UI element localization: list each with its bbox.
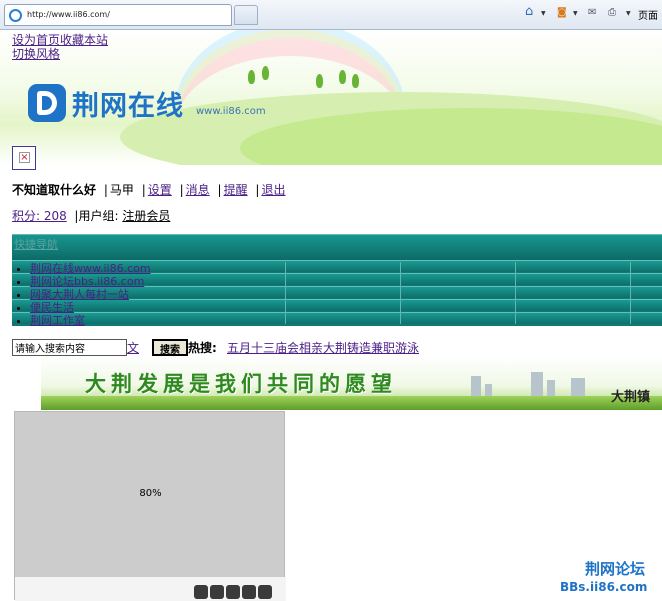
nav-link-ii86[interactable]: 荆网在线www.ii86.com <box>30 262 151 275</box>
address-url[interactable]: http://www.ii86.com/ <box>27 10 110 19</box>
user-group-label: 用户组: <box>78 209 123 223</box>
tree-decoration <box>339 70 346 84</box>
list-item: 荆网在线www.ii86.com <box>30 262 151 275</box>
top-links: 设为首页收藏本站 切换风格 <box>12 33 108 61</box>
address-bar[interactable]: http://www.ii86.com/ <box>4 4 232 26</box>
hot-search-link[interactable]: 五月十三庙会相亲大荆铸造兼职游泳 <box>227 339 419 356</box>
set-home-link[interactable]: 设为首页收藏本站 <box>12 33 108 47</box>
list-item: 荆网工作室 <box>30 314 151 327</box>
site-name[interactable]: 荆网在线 <box>72 84 184 123</box>
feed-icon[interactable]: ◙ <box>557 7 567 18</box>
points-link[interactable]: 积分: 208 <box>12 209 67 223</box>
feed-dropdown-icon[interactable]: ▼ <box>573 10 578 17</box>
vest-link[interactable]: 马甲 <box>110 183 134 197</box>
ie-logo-icon <box>9 9 22 22</box>
quick-nav-list: 荆网在线www.ii86.com 荆网论坛bbs.ii86.com 网聚大荆人每… <box>30 262 151 327</box>
user-group-link[interactable]: 注册会员 <box>122 209 170 223</box>
watermark-url: BBs.ii86.com <box>560 580 648 594</box>
slide-dot[interactable] <box>194 585 208 599</box>
quick-nav-title[interactable]: 快捷导航 <box>14 236 58 252</box>
home-icon[interactable]: ⌂ <box>525 4 533 19</box>
list-item: 网聚大荆人每村一站 <box>30 288 151 301</box>
switch-style-link[interactable]: 切换风格 <box>12 47 108 61</box>
list-item: 便民生活 <box>30 301 151 314</box>
user-bar: 不知道取什么好 | 马甲 | 设置 | 消息 | 提醒 | 退出 <box>12 183 286 197</box>
page-menu[interactable]: 页面 <box>638 7 658 22</box>
grass-decoration <box>41 396 662 410</box>
tree-decoration <box>352 74 359 88</box>
site-logo-icon[interactable] <box>28 84 66 122</box>
nav-divider <box>400 262 401 324</box>
slogan-text: 大荆发展是我们共同的愿望 <box>85 372 397 396</box>
nav-link-bbs[interactable]: 荆网论坛bbs.ii86.com <box>30 275 144 288</box>
tree-decoration <box>248 70 255 84</box>
nav-divider <box>515 262 516 324</box>
watermark-title: 荆网论坛 <box>585 560 646 578</box>
messages-link[interactable]: 消息 <box>186 183 210 197</box>
loading-percent: 80% <box>139 488 162 499</box>
nav-link-studio[interactable]: 荆网工作室 <box>30 314 85 327</box>
building-decoration <box>471 376 481 398</box>
nav-link-life[interactable]: 便民生活 <box>30 301 74 314</box>
slide-dot[interactable] <box>258 585 272 599</box>
hot-search-label: 热搜: <box>188 341 217 355</box>
nav-divider <box>285 262 286 324</box>
new-tab-button[interactable] <box>234 5 258 25</box>
avatar[interactable]: × <box>12 146 36 170</box>
mail-icon[interactable]: ✉ <box>588 7 596 18</box>
slide-dot[interactable] <box>210 585 224 599</box>
building-decoration <box>571 378 585 398</box>
slide-dot[interactable] <box>226 585 240 599</box>
logout-link[interactable]: 退出 <box>261 183 285 197</box>
browser-toolbar: http://www.ii86.com/ ⌂ ▼ ◙ ▼ ✉ ⎙ ▼ 页面 <box>0 0 662 30</box>
print-icon[interactable]: ⎙ <box>608 7 616 18</box>
slogan-right-text: 大荆镇 <box>611 390 651 405</box>
slide-dot[interactable] <box>242 585 256 599</box>
list-item: 荆网论坛bbs.ii86.com <box>30 275 151 288</box>
nav-divider <box>630 262 631 324</box>
nav-link-village[interactable]: 网聚大荆人每村一站 <box>30 288 129 301</box>
site-domain: www.ii86.com <box>196 106 266 117</box>
reminders-link[interactable]: 提醒 <box>224 183 248 197</box>
username[interactable]: 不知道取什么好 <box>12 183 96 197</box>
tree-decoration <box>262 66 269 80</box>
building-decoration <box>531 372 543 398</box>
search-button[interactable]: 搜索 <box>152 339 188 356</box>
home-dropdown-icon[interactable]: ▼ <box>541 10 546 17</box>
settings-link[interactable]: 设置 <box>148 183 172 197</box>
print-dropdown-icon[interactable]: ▼ <box>626 10 631 17</box>
quick-nav-header: 快捷导航 <box>12 234 662 260</box>
slideshow[interactable]: 80% <box>14 411 286 601</box>
broken-image-icon: × <box>19 152 30 163</box>
search-input[interactable] <box>12 339 127 356</box>
user-stats: 积分: 208 |用户组: 注册会员 <box>12 207 170 224</box>
slogan-banner[interactable]: 大荆发展是我们共同的愿望 大荆镇 <box>41 356 662 410</box>
tree-decoration <box>316 74 323 88</box>
